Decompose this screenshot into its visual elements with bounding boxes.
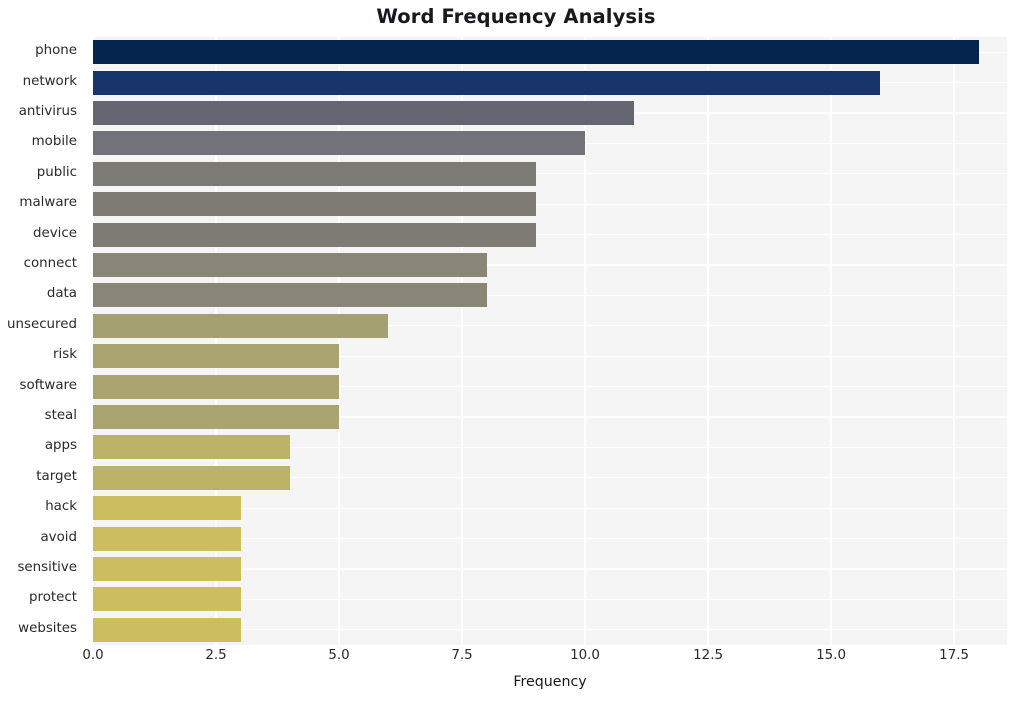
bar-connect[interactable] [93, 253, 487, 277]
y-tick-label: sensitive [17, 560, 77, 575]
gridline-vertical [338, 37, 340, 645]
chart-figure: Word Frequency Analysis phone network anti… [0, 0, 1032, 701]
y-tick-label: target [36, 468, 77, 484]
bar-risk[interactable] [93, 344, 340, 369]
bar-phone[interactable] [93, 40, 979, 65]
gridline-vertical [93, 37, 94, 645]
y-tick-label: unsecured [7, 316, 77, 332]
bar-software[interactable] [93, 374, 340, 399]
y-tick-label: public [36, 164, 77, 180]
y-tick-label: connect [23, 256, 77, 271]
plot-area [93, 37, 1007, 645]
bar-steal[interactable] [93, 405, 340, 429]
bar-protect[interactable] [93, 587, 241, 612]
y-tick-label: steal [44, 408, 77, 423]
y-tick-label: software [19, 377, 77, 393]
bar-device[interactable] [93, 222, 536, 247]
bar-avoid[interactable] [93, 526, 241, 551]
x-tick-label: 2.5 [205, 648, 227, 663]
x-axis-title: Frequency [513, 674, 587, 690]
bar-public[interactable] [93, 161, 536, 186]
gridline-vertical [830, 37, 832, 645]
gridline-vertical [215, 37, 217, 645]
y-tick-label: antivirus [18, 104, 77, 119]
bar-network[interactable] [93, 70, 881, 95]
y-tick-label: data [46, 286, 77, 302]
bar-websites[interactable] [93, 617, 241, 642]
gridline-vertical [461, 37, 463, 645]
x-tick-label: 10.0 [570, 648, 600, 663]
bar-unsecured[interactable] [93, 313, 389, 338]
y-tick-label: risk [53, 347, 77, 363]
gridline-vertical [584, 37, 586, 645]
bar-malware[interactable] [93, 192, 536, 217]
y-tick-label: device [33, 225, 77, 241]
x-tick-label: 15.0 [816, 648, 846, 663]
bar-apps[interactable] [93, 435, 290, 460]
x-tick-label: 12.5 [693, 648, 723, 663]
y-axis-tick-labels: phone network antivirus mobile public malware… [0, 37, 85, 645]
y-tick-label: malware [19, 195, 77, 211]
y-tick-label: phone [35, 43, 77, 59]
bar-hack[interactable] [93, 496, 241, 521]
y-tick-label: network [22, 73, 77, 89]
gridline-vertical [953, 37, 955, 645]
y-tick-label: apps [44, 438, 77, 454]
bar-antivirus[interactable] [93, 101, 635, 125]
bar-target[interactable] [93, 465, 290, 490]
x-tick-label: 0.0 [82, 648, 104, 663]
x-tick-label: 7.5 [451, 648, 473, 663]
y-tick-label: hack [45, 499, 77, 515]
y-tick-label: avoid [40, 529, 77, 545]
y-tick-label: mobile [31, 134, 77, 150]
bar-sensitive[interactable] [93, 557, 241, 581]
page-title: Word Frequency Analysis [376, 5, 656, 28]
x-tick-label: 5.0 [328, 648, 350, 663]
bar-data[interactable] [93, 283, 487, 308]
bar-mobile[interactable] [93, 131, 586, 156]
x-axis-tick-labels: 0.0 2.5 5.0 7.5 10.0 12.5 15.0 17.5 [0, 648, 1032, 672]
gridline-vertical [707, 37, 709, 645]
y-tick-label: protect [28, 590, 77, 606]
x-tick-label: 17.5 [939, 648, 970, 663]
y-tick-label: websites [18, 620, 77, 636]
